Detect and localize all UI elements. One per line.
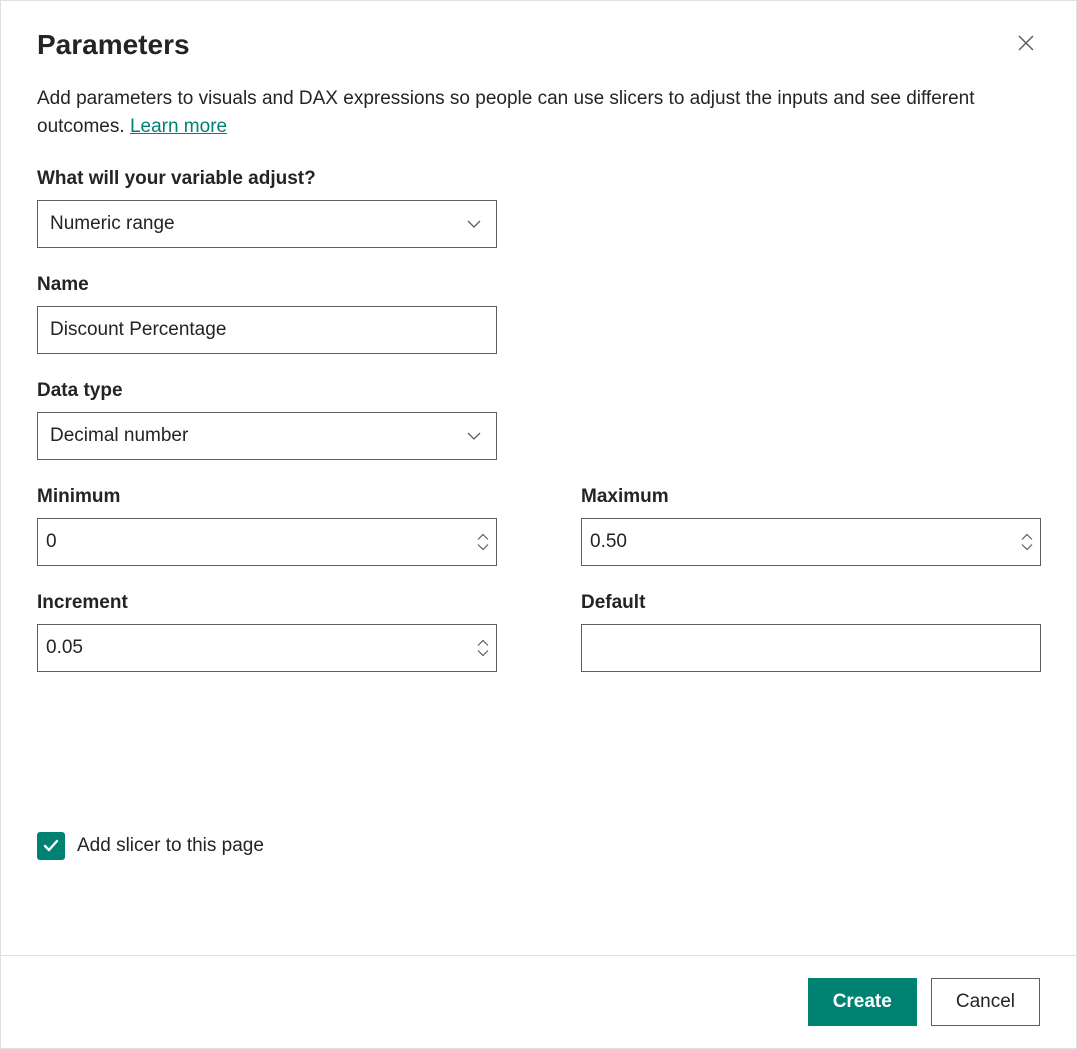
dialog-title: Parameters xyxy=(37,29,190,61)
cancel-button[interactable]: Cancel xyxy=(931,978,1040,1026)
label-maximum: Maximum xyxy=(581,486,1041,508)
stepper-increment xyxy=(477,640,489,657)
step-down-icon[interactable] xyxy=(1021,544,1033,551)
close-icon xyxy=(1016,33,1036,53)
step-up-icon[interactable] xyxy=(1021,534,1033,541)
field-default: Default xyxy=(581,592,1041,672)
label-variable-adjust: What will your variable adjust? xyxy=(37,168,497,190)
label-name: Name xyxy=(37,274,497,296)
select-data-type-value: Decimal number xyxy=(50,425,188,447)
field-data-type: Data type Decimal number xyxy=(37,380,497,460)
step-up-icon[interactable] xyxy=(477,534,489,541)
field-maximum: Maximum xyxy=(581,486,1041,566)
create-button[interactable]: Create xyxy=(808,978,917,1026)
input-increment[interactable] xyxy=(37,624,497,672)
step-up-icon[interactable] xyxy=(477,640,489,647)
learn-more-link[interactable]: Learn more xyxy=(130,116,227,137)
select-data-type[interactable]: Decimal number xyxy=(37,412,497,460)
stepper-maximum xyxy=(1021,534,1033,551)
add-slicer-checkbox[interactable] xyxy=(37,832,65,860)
field-name: Name xyxy=(37,274,497,354)
input-name[interactable] xyxy=(37,306,497,354)
check-icon xyxy=(42,837,60,855)
row-increment-default: Increment Default xyxy=(37,592,1040,672)
field-increment: Increment xyxy=(37,592,497,672)
label-minimum: Minimum xyxy=(37,486,497,508)
stepper-minimum xyxy=(477,534,489,551)
step-down-icon[interactable] xyxy=(477,544,489,551)
intro-text: Add parameters to visuals and DAX expres… xyxy=(37,85,997,140)
chevron-down-icon xyxy=(466,216,482,232)
input-maximum[interactable] xyxy=(581,518,1041,566)
step-down-icon[interactable] xyxy=(477,650,489,657)
field-minimum: Minimum xyxy=(37,486,497,566)
dialog-body: Add parameters to visuals and DAX expres… xyxy=(1,61,1076,955)
close-button[interactable] xyxy=(1012,29,1040,57)
select-variable-adjust-value: Numeric range xyxy=(50,213,175,235)
select-variable-adjust[interactable]: Numeric range xyxy=(37,200,497,248)
field-variable-adjust: What will your variable adjust? Numeric … xyxy=(37,168,497,248)
dialog-header: Parameters xyxy=(1,1,1076,61)
label-default: Default xyxy=(581,592,1041,614)
dialog-footer: Create Cancel xyxy=(1,955,1076,1048)
row-min-max: Minimum Maximum xyxy=(37,486,1040,566)
add-slicer-label: Add slicer to this page xyxy=(77,835,264,857)
chevron-down-icon xyxy=(466,428,482,444)
label-data-type: Data type xyxy=(37,380,497,402)
input-minimum[interactable] xyxy=(37,518,497,566)
add-slicer-row: Add slicer to this page xyxy=(37,832,1040,860)
input-default[interactable] xyxy=(581,624,1041,672)
label-increment: Increment xyxy=(37,592,497,614)
parameters-dialog: Parameters Add parameters to visuals and… xyxy=(0,0,1077,1049)
